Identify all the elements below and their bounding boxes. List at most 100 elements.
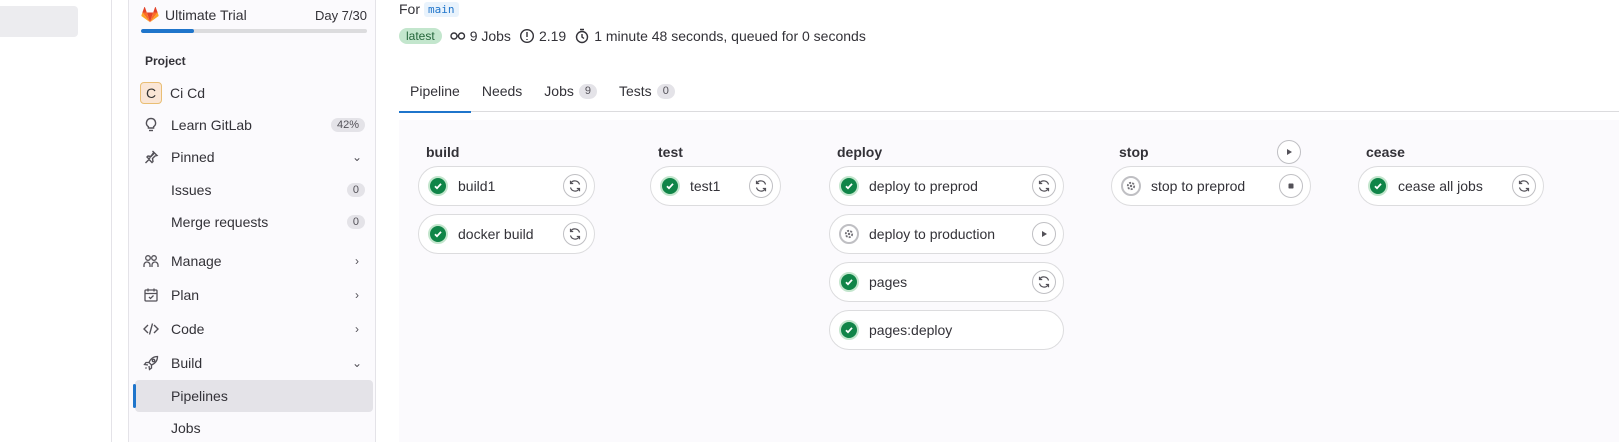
stage-title-stop: stop (1119, 144, 1149, 160)
tab-jobs[interactable]: Jobs 9 (533, 70, 608, 112)
sidebar-item-issues[interactable]: Issues 0 (135, 174, 373, 206)
tab-label: Pipeline (410, 83, 460, 99)
sidebar-item-label: Pipelines (171, 388, 228, 404)
job-deploy-to-production[interactable]: deploy to production (829, 214, 1064, 254)
retry-icon[interactable] (563, 174, 587, 198)
retry-icon[interactable] (563, 222, 587, 246)
sidebar-item-plan[interactable]: Plan › (135, 279, 373, 311)
stage-play-icon[interactable] (1277, 140, 1301, 164)
chevron-down-icon: ⌄ (351, 150, 363, 164)
job-build1[interactable]: build1 (418, 166, 595, 206)
retry-icon[interactable] (1032, 270, 1056, 294)
tab-count-badge: 9 (578, 83, 597, 99)
tab-tests[interactable]: Tests 0 (608, 70, 686, 112)
rocket-icon (143, 355, 159, 371)
job-name: pages:deploy (869, 322, 953, 338)
sidebar-item-pipelines[interactable]: Pipelines (133, 380, 373, 412)
trial-day: Day 7/30 (314, 7, 367, 23)
pipeline-icon (449, 32, 465, 40)
calendar-icon (143, 287, 159, 303)
chevron-right-icon: › (355, 288, 359, 302)
jobs-count-text: 9 Jobs (469, 28, 511, 44)
pipeline-main: For main latest 9 Jobs 2.19 1 minute 48 … (399, 0, 1619, 442)
sidebar-item-project[interactable]: C Ci Cd (135, 77, 373, 109)
timer-icon (575, 28, 589, 44)
tab-count-badge: 0 (656, 83, 675, 99)
section-label-project: Project (145, 54, 186, 68)
job-test1[interactable]: test1 (650, 166, 781, 206)
stage-title-cease: cease (1366, 144, 1405, 160)
issues-count-badge: 0 (346, 183, 365, 197)
jobs-count: 9 Jobs (449, 28, 511, 44)
ghost-nav-item[interactable] (0, 6, 78, 37)
sidebar-item-label: Pinned (171, 149, 215, 165)
tab-needs[interactable]: Needs (471, 70, 533, 112)
job-stop-to-preprod[interactable]: stop to preprod (1111, 166, 1311, 206)
status-success-icon (660, 176, 680, 196)
sidebar-item-label: Learn GitLab (171, 117, 252, 133)
project-avatar: C (140, 82, 162, 104)
pipeline-graph: build build1 docker build test test1 dep… (399, 120, 1619, 442)
trial-widget[interactable]: Ultimate Trial Day 7/30 (141, 4, 367, 33)
job-name: stop to preprod (1151, 178, 1246, 194)
status-success-icon (839, 272, 859, 292)
status-success-icon (428, 176, 448, 196)
retry-icon[interactable] (749, 174, 773, 198)
status-success-icon (839, 320, 859, 340)
stop-icon[interactable] (1279, 174, 1303, 198)
collapsed-left-panel (0, 0, 112, 442)
tab-pipeline[interactable]: Pipeline (399, 70, 471, 113)
duration-info: 2.19 (519, 28, 566, 44)
tab-label: Needs (481, 83, 523, 99)
sidebar-item-build[interactable]: Build ⌄ (135, 347, 373, 379)
gitlab-tanuki-icon (141, 7, 159, 23)
status-success-icon (1368, 176, 1388, 196)
job-name: cease all jobs (1398, 178, 1483, 194)
job-name: test1 (690, 178, 721, 194)
sidebar-item-code[interactable]: Code › (135, 313, 373, 345)
status-success-icon (839, 176, 859, 196)
job-name: deploy to production (869, 226, 996, 242)
pipeline-tabs: Pipeline Needs Jobs 9 Tests 0 (399, 70, 1619, 113)
sidebar-item-label: Merge requests (171, 214, 269, 230)
retry-icon[interactable] (1512, 174, 1536, 198)
pipeline-ref-line: For main (399, 0, 459, 18)
job-deploy-to-preprod[interactable]: deploy to preprod (829, 166, 1064, 206)
trial-name: Ultimate Trial (165, 7, 247, 23)
lightbulb-icon (143, 117, 159, 133)
job-name: deploy to preprod (869, 178, 978, 194)
sidebar-item-label: Build (171, 355, 203, 371)
job-name: pages (869, 274, 908, 290)
thumbtack-icon (143, 149, 159, 165)
time-out-icon (519, 28, 534, 44)
retry-icon[interactable] (1032, 174, 1056, 198)
status-success-icon (428, 224, 448, 244)
chevron-right-icon: › (355, 322, 359, 336)
job-name: build1 (458, 178, 496, 194)
sidebar-item-merge-requests[interactable]: Merge requests 0 (135, 206, 373, 238)
trial-progress-bar (141, 29, 367, 33)
code-icon (143, 321, 159, 337)
for-label: For (399, 1, 420, 17)
job-name: docker build (458, 226, 534, 242)
job-pages[interactable]: pages (829, 262, 1064, 302)
sidebar-item-jobs[interactable]: Jobs (135, 412, 373, 442)
status-manual-gear-icon (1121, 176, 1141, 196)
sidebar-item-label: Jobs (171, 420, 201, 436)
stage-title-build: build (426, 144, 460, 160)
job-cease-all-jobs[interactable]: cease all jobs (1358, 166, 1544, 206)
sidebar-item-label: Code (171, 321, 205, 337)
branch-ref[interactable]: main (424, 1, 459, 17)
sidebar-item-label: Issues (171, 182, 212, 198)
sidebar-item-learn-gitlab[interactable]: Learn GitLab 42% (135, 109, 373, 141)
sidebar-item-manage[interactable]: Manage › (135, 245, 373, 277)
play-icon[interactable] (1032, 222, 1056, 246)
duration-value: 2.19 (538, 28, 567, 44)
latest-badge: latest (399, 28, 442, 44)
sidebar-item-label: Ci Cd (170, 85, 206, 101)
job-pages-deploy[interactable]: pages:deploy (829, 310, 1064, 350)
tab-label: Jobs (544, 83, 574, 99)
sidebar-item-pinned[interactable]: Pinned ⌄ (135, 141, 373, 173)
sidebar-item-label: Manage (171, 253, 222, 269)
job-docker-build[interactable]: docker build (418, 214, 595, 254)
